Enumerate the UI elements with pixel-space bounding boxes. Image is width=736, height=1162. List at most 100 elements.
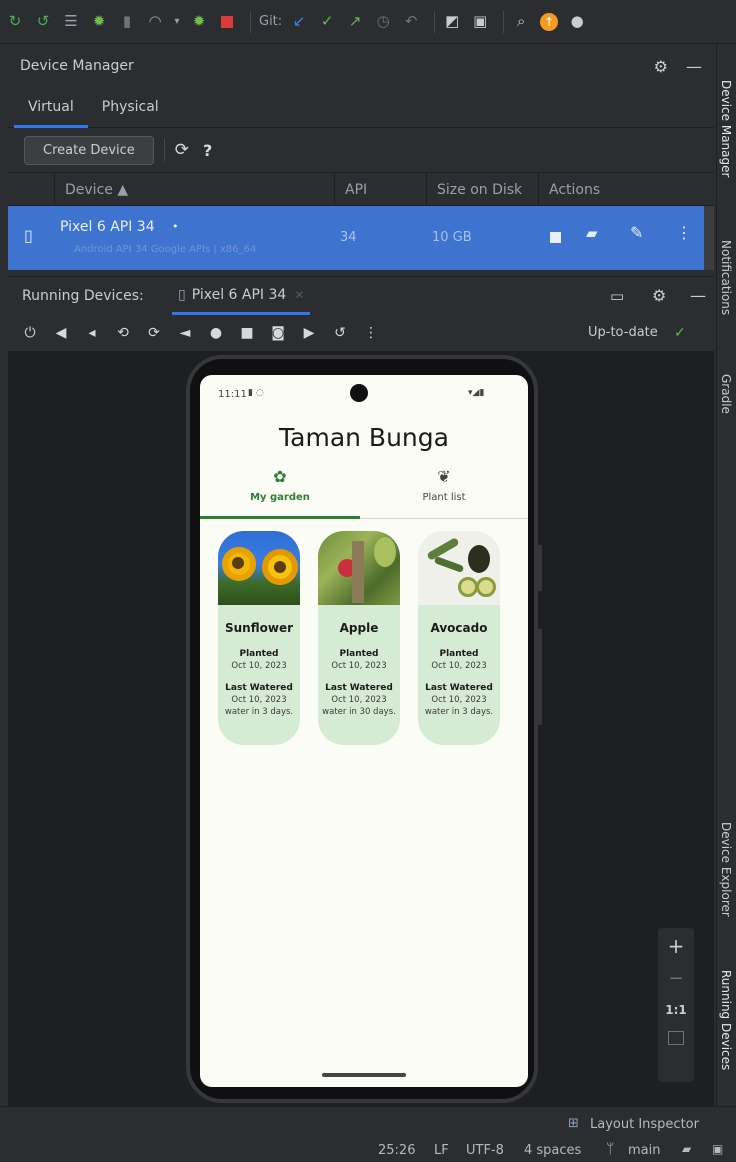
watered-date: Oct 10, 2023	[431, 695, 487, 705]
logcat-icon[interactable]: ☰	[60, 11, 82, 33]
tab-my-garden[interactable]: ✿ My garden	[200, 467, 360, 519]
zoom-out-button[interactable]: −	[658, 968, 694, 989]
tool-window-strip: Device Manager Notifications Gradle Devi…	[716, 44, 736, 1106]
side-panel-gradle[interactable]: Gradle	[719, 374, 733, 414]
volume-down-icon[interactable]: ◂	[84, 325, 100, 341]
layout-inspector-icon[interactable]: ⊞	[568, 1116, 579, 1131]
stop-icon[interactable]	[216, 11, 238, 33]
side-panel-running-devices[interactable]: Running Devices	[719, 970, 733, 1070]
more-icon[interactable]: ⋮	[363, 325, 379, 341]
snapshot-icon[interactable]: ↺	[332, 325, 348, 341]
more-icon[interactable]: ⋮	[676, 223, 692, 242]
column-size[interactable]: Size on Disk	[426, 173, 538, 207]
account-icon[interactable]: ●	[566, 11, 588, 33]
status-icons: ▾◢▮	[468, 388, 485, 398]
lock-icon[interactable]: ▰	[682, 1142, 691, 1156]
minimize-icon[interactable]: —	[690, 286, 706, 305]
debug-attach-icon[interactable]: ✹	[188, 11, 210, 33]
zoom-in-button[interactable]: +	[658, 934, 694, 958]
help-icon[interactable]: ?	[203, 141, 212, 160]
git-branch[interactable]: main	[628, 1143, 660, 1158]
rotate-left-icon[interactable]: ⟲	[115, 325, 131, 341]
line-ending[interactable]: LF	[434, 1143, 449, 1158]
memory-icon[interactable]: ▣	[712, 1142, 723, 1156]
device-type-tabs: Virtual Physical	[8, 86, 714, 128]
running-devices-label: Running Devices:	[22, 287, 144, 304]
side-panel-device-explorer[interactable]: Device Explorer	[719, 822, 733, 917]
device-table-header: Device ▲ API Size on Disk Actions	[8, 172, 714, 207]
toolbar-divider	[503, 10, 505, 33]
attach-debugger-icon[interactable]: ▮	[116, 11, 138, 33]
tab-plant-list[interactable]: ❦ Plant list	[360, 467, 528, 519]
watering-note: water in 3 days.	[424, 707, 494, 717]
volume-up-icon[interactable]: ◀	[53, 325, 69, 341]
create-device-button[interactable]: Create Device	[24, 135, 154, 165]
planted-label: Planted	[239, 649, 279, 659]
flower-icon: ✿	[273, 467, 287, 486]
git-label: Git:	[259, 14, 283, 29]
power-button[interactable]	[538, 545, 542, 591]
zoom-actual-size-button[interactable]: 1:1	[658, 1003, 694, 1017]
git-history-icon[interactable]: ◷	[372, 11, 394, 33]
zoom-fit-icon[interactable]	[668, 1031, 684, 1045]
profiler-dropdown-icon[interactable]: ▾	[172, 11, 182, 33]
record-icon[interactable]: ▶	[301, 325, 317, 341]
plant-card[interactable]: Avocado Planted Oct 10, 2023 Last Watere…	[418, 531, 500, 745]
home-icon[interactable]: ●	[208, 325, 224, 341]
git-commit-icon[interactable]: ✓	[316, 11, 338, 33]
gesture-nav-bar[interactable]	[322, 1073, 406, 1077]
column-actions[interactable]: Actions	[538, 173, 714, 207]
watered-date: Oct 10, 2023	[231, 695, 287, 705]
apple-image	[318, 531, 400, 605]
device-row[interactable]: ▯ Pixel 6 API 34 • Android API 34 Google…	[8, 206, 704, 270]
column-api[interactable]: API	[334, 173, 426, 207]
side-panel-notifications[interactable]: Notifications	[719, 240, 733, 315]
rerun-icon[interactable]: ↻	[4, 11, 26, 33]
indent-setting[interactable]: 4 spaces	[524, 1143, 581, 1158]
git-rollback-icon[interactable]: ↶	[400, 11, 422, 33]
folder-icon[interactable]: ▰	[586, 224, 598, 242]
plant-name: Sunflower	[224, 621, 293, 635]
settings-icon[interactable]: ⚙	[654, 57, 668, 76]
minimize-icon[interactable]: —	[686, 57, 702, 76]
profiler-icon[interactable]: ◠	[144, 11, 166, 33]
tab-plant-list-label: Plant list	[422, 492, 466, 503]
stop-device-icon[interactable]	[550, 232, 561, 243]
volume-button[interactable]	[538, 629, 542, 725]
device-mirror-icon[interactable]: ◩	[441, 11, 463, 33]
side-panel-device-manager[interactable]: Device Manager	[719, 80, 733, 177]
tab-virtual[interactable]: Virtual	[14, 99, 88, 128]
device-manager-header: Device Manager ⚙ —	[8, 46, 714, 86]
running-devices-bar: Running Devices: ▯ Pixel 6 API 34 ✕ ▭ ⚙ …	[8, 276, 714, 315]
rotate-right-icon[interactable]: ⟳	[146, 325, 162, 341]
window-icon[interactable]: ▭	[610, 287, 624, 305]
refresh-icon[interactable]: ⟳	[175, 140, 189, 160]
edit-icon[interactable]: ✎	[630, 223, 643, 242]
update-icon[interactable]: ↑	[538, 11, 560, 33]
tab-physical[interactable]: Physical	[88, 99, 173, 127]
plant-card[interactable]: Apple Planted Oct 10, 2023 Last Watered …	[318, 531, 400, 745]
device-manager-icon[interactable]: ▣	[469, 11, 491, 33]
git-push-icon[interactable]: ↗	[344, 11, 366, 33]
search-icon[interactable]: ⌕	[510, 11, 532, 33]
git-update-icon[interactable]: ↙	[288, 11, 310, 33]
back-icon[interactable]: ◄	[177, 325, 193, 341]
settings-icon[interactable]: ⚙	[652, 286, 666, 305]
debug-icon[interactable]: ✹	[88, 11, 110, 33]
tab-my-garden-label: My garden	[250, 492, 310, 503]
overview-icon[interactable]: ■	[239, 325, 255, 341]
close-icon[interactable]: ✕	[294, 288, 304, 302]
power-icon[interactable]: ⏻	[22, 325, 38, 341]
tab-running-device[interactable]: ▯ Pixel 6 API 34 ✕	[172, 277, 311, 315]
screenshot-icon[interactable]: ◙	[270, 325, 286, 341]
file-encoding[interactable]: UTF-8	[466, 1143, 504, 1158]
apply-changes-icon[interactable]: ↺	[32, 11, 54, 33]
app-title: Taman Bunga	[279, 423, 449, 452]
column-device[interactable]: Device ▲	[54, 173, 334, 207]
phone-screen[interactable]: 11:11 ▮ ◌ ▾◢▮ Taman Bunga ✿ My garden ❦ …	[200, 375, 528, 1087]
status-bar: ⊞ Layout Inspector 25:26 LF UTF-8 4 spac…	[0, 1106, 736, 1162]
plant-card[interactable]: Sunflower Planted Oct 10, 2023 Last Wate…	[218, 531, 300, 745]
table-scrollbar[interactable]	[704, 206, 714, 270]
layout-inspector-link[interactable]: Layout Inspector	[590, 1117, 699, 1132]
cursor-position[interactable]: 25:26	[378, 1143, 415, 1158]
